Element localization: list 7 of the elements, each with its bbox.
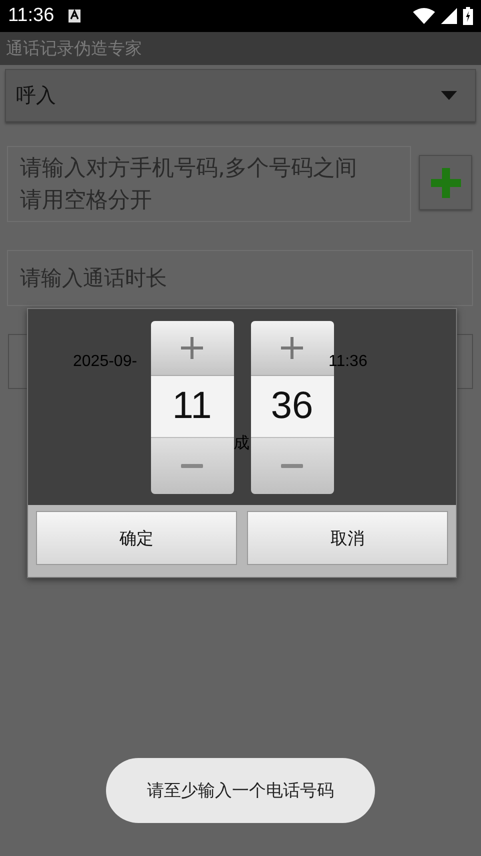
toast-message: 请至少输入一个电话号码	[106, 758, 375, 823]
picker-value[interactable]: 11	[150, 375, 234, 438]
dialog-button[interactable]: 取消	[247, 511, 448, 565]
picker-value[interactable]: 36	[250, 375, 334, 438]
dialog-button[interactable]: 确定	[36, 511, 237, 565]
app-title: 通话记录伪造专家	[6, 38, 142, 60]
status-time: 11:36	[8, 5, 54, 27]
